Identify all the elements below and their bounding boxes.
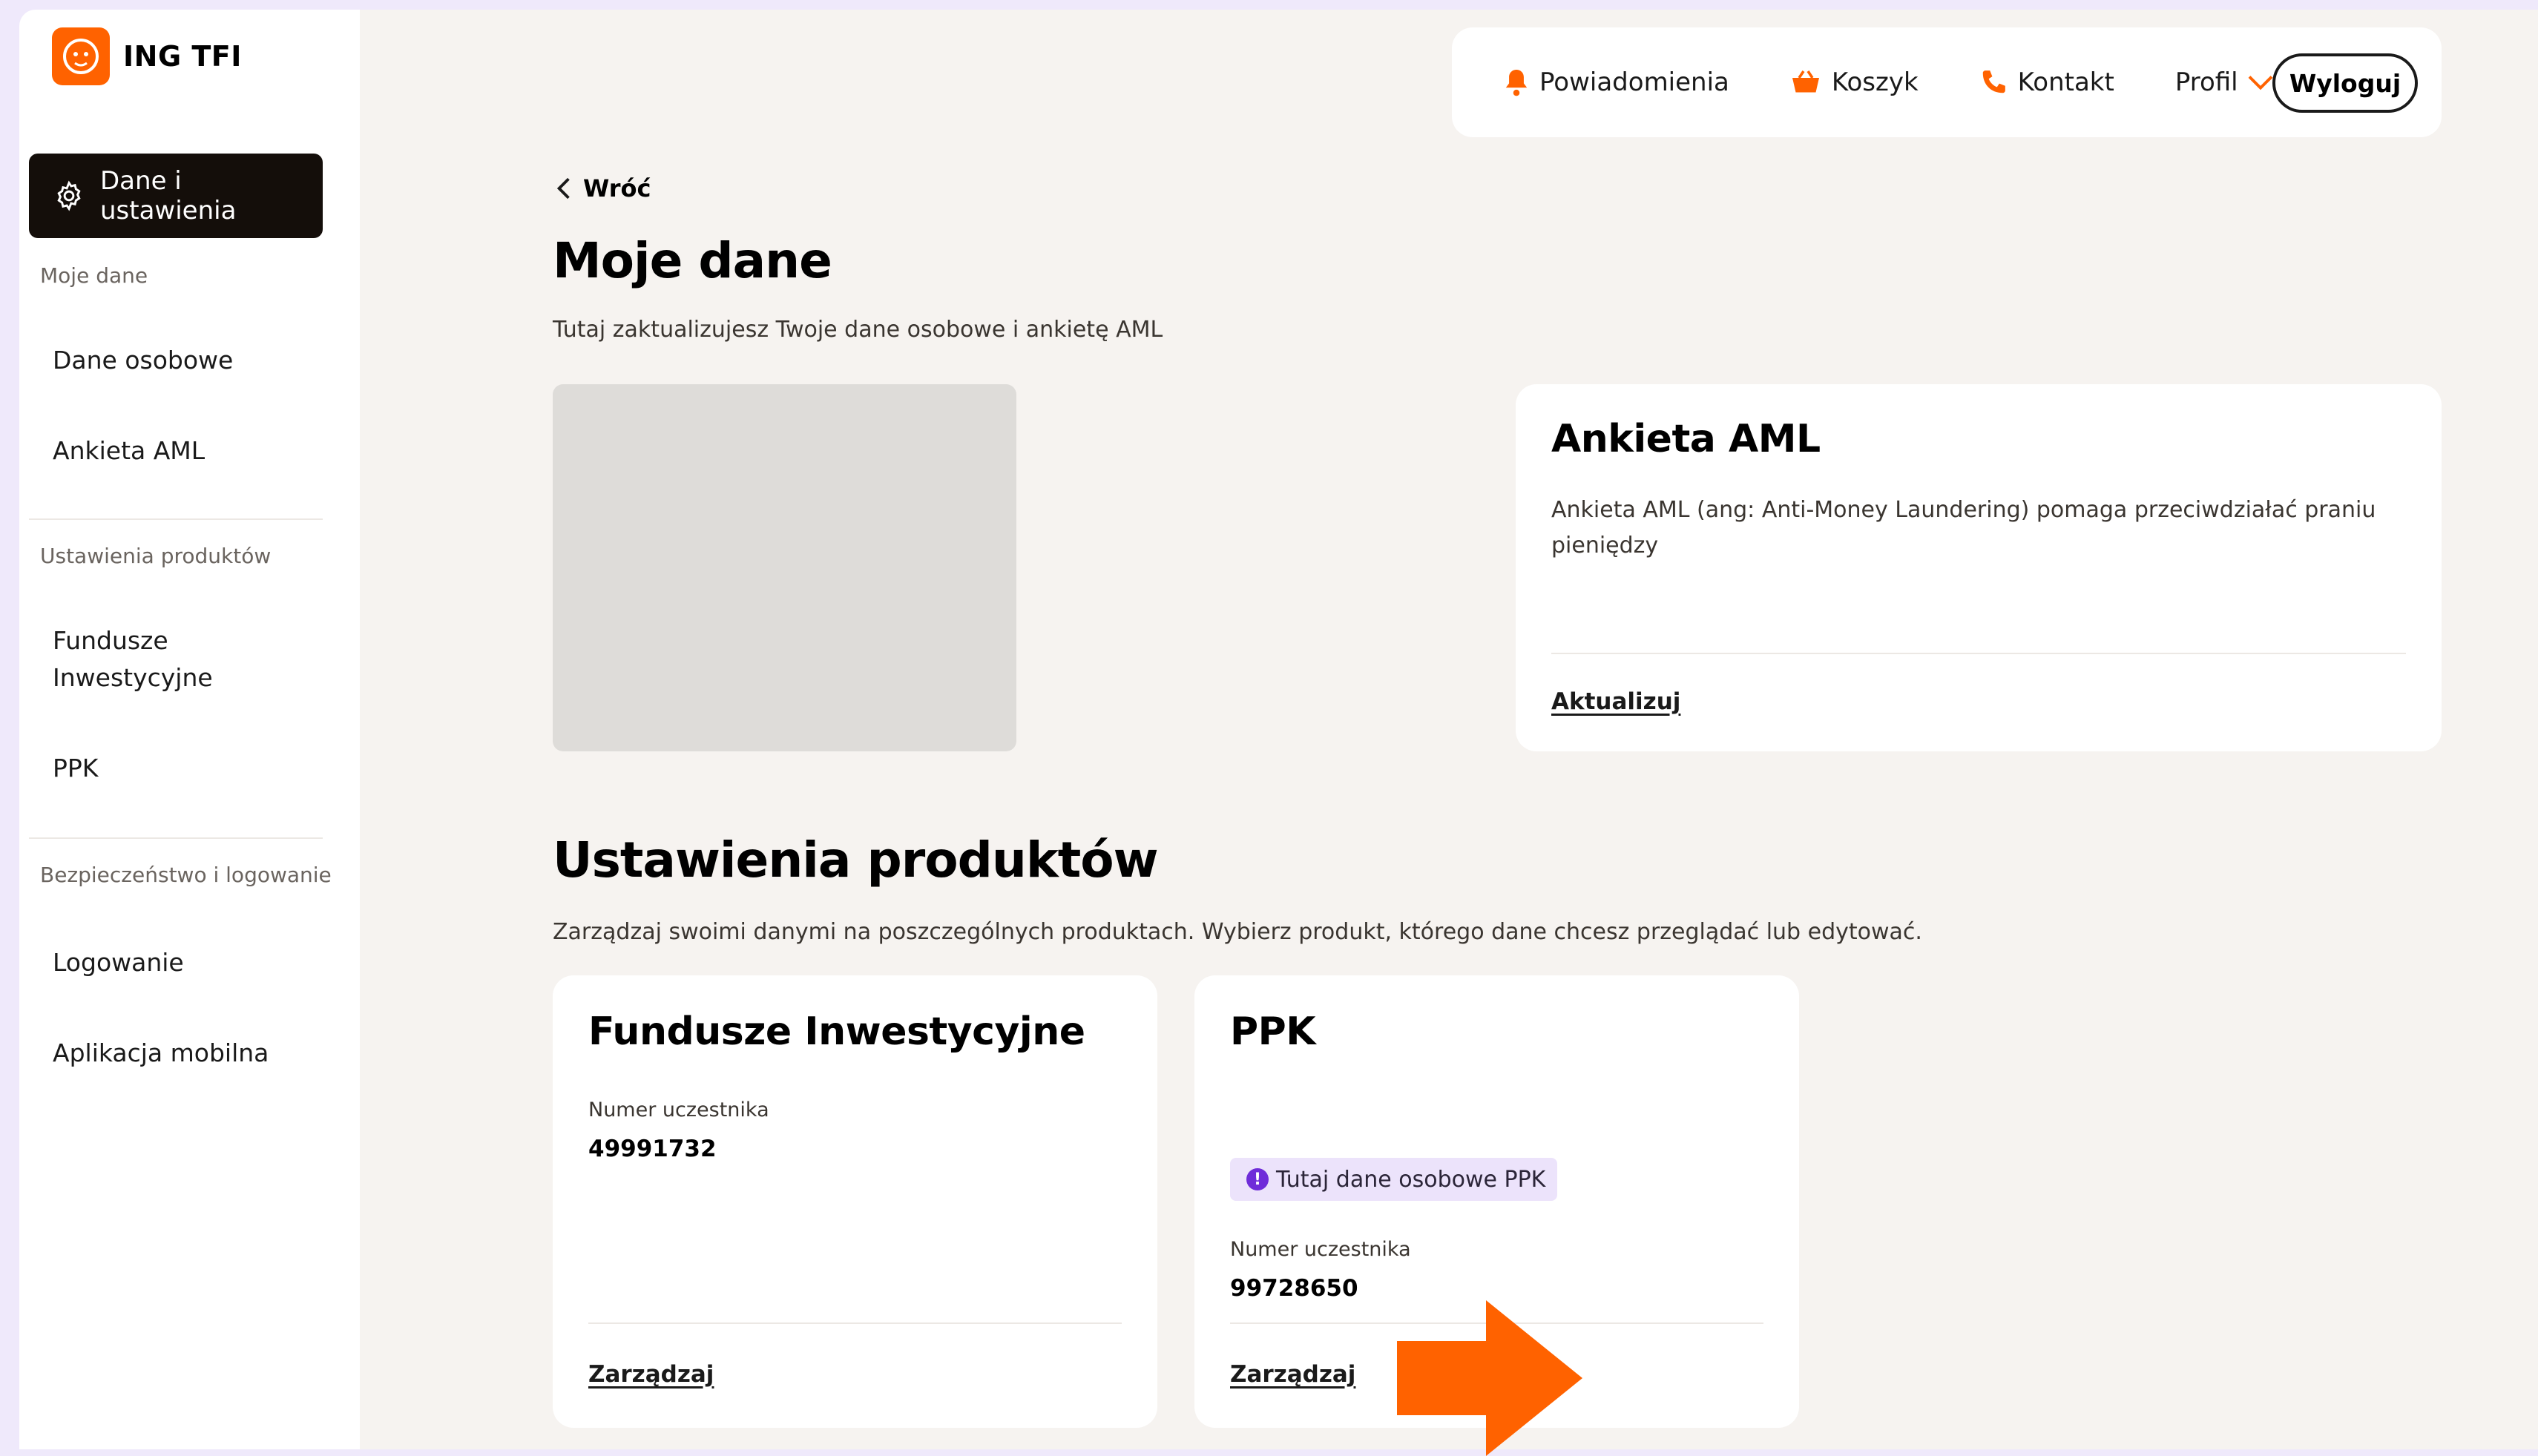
product-card-title: Fundusze Inwestycyjne <box>588 1009 1085 1054</box>
lion-logo-icon <box>52 27 110 85</box>
page-subtitle: Tutaj zaktualizujesz Twoje dane osobowe … <box>553 317 1163 343</box>
sidebar-item-aplikacja-mobilna[interactable]: Aplikacja mobilna <box>53 1035 269 1072</box>
participant-number-value: 99728650 <box>1230 1275 1358 1302</box>
manage-ppk-link[interactable]: Zarządzaj <box>1230 1361 1355 1388</box>
phone-icon <box>1979 68 2008 96</box>
product-card-fundusze: Fundusze Inwestycyjne Numer uczestnika 4… <box>553 975 1157 1428</box>
ppk-info-badge: ! Tutaj dane osobowe PPK <box>1230 1158 1558 1201</box>
basket-icon <box>1790 69 1821 96</box>
card-divider <box>1551 653 2406 654</box>
aml-card-title: Ankieta AML <box>1551 417 1821 461</box>
logout-button[interactable]: Wyloguj <box>2272 53 2418 113</box>
back-link[interactable]: Wróć <box>556 174 651 202</box>
chevron-down-icon <box>2247 74 2274 90</box>
bell-icon <box>1504 67 1529 97</box>
sidebar-item-dane-osobowe[interactable]: Dane osobowe <box>53 342 233 379</box>
contact-label: Kontakt <box>2017 67 2114 97</box>
sidebar-section-bezpieczenstwo: Bezpieczeństwo i logowanie <box>40 863 332 887</box>
sidebar-item-ppk[interactable]: PPK <box>53 750 98 787</box>
top-navigation-bar: Powiadomienia Koszyk Kontakt Profil Wylo… <box>1452 27 2442 137</box>
back-label: Wróć <box>583 174 651 202</box>
profile-label: Profil <box>2174 67 2238 97</box>
sidebar-item-ankieta-aml[interactable]: Ankieta AML <box>53 432 205 470</box>
aml-card-description: Ankieta AML (ang: Anti-Money Laundering)… <box>1551 497 2376 559</box>
profile-dropdown[interactable]: Profil <box>2175 67 2274 97</box>
product-card-title: PPK <box>1230 1009 1316 1054</box>
aml-update-link[interactable]: Aktualizuj <box>1551 688 1680 715</box>
sidebar-section-moje-dane: Moje dane <box>40 263 148 288</box>
sidebar: ING TFI Dane i ustawienia Moje dane Dane… <box>19 10 360 1449</box>
aml-card: Ankieta AML Ankieta AML (ang: Anti-Money… <box>1516 384 2442 751</box>
products-section-subtitle: Zarządzaj swoimi danymi na poszczególnyc… <box>553 919 1922 945</box>
contact-link[interactable]: Kontakt <box>1979 67 2114 97</box>
chevron-left-icon <box>556 177 571 200</box>
sidebar-item-logowanie[interactable]: Logowanie <box>53 944 184 981</box>
main-content: Powiadomienia Koszyk Kontakt Profil Wylo… <box>360 10 2538 1456</box>
logo[interactable]: ING TFI <box>52 27 242 85</box>
badge-label: Tutaj dane osobowe PPK <box>1276 1166 1546 1193</box>
sidebar-item-label: Dane i ustawienia <box>100 166 237 225</box>
app-frame: ING TFI Dane i ustawienia Moje dane Dane… <box>0 0 2538 1456</box>
logo-text: ING TFI <box>123 40 242 73</box>
products-section-title: Ustawienia produktów <box>553 831 1159 889</box>
image-placeholder <box>553 384 1016 751</box>
sidebar-item-dane-i-ustawienia[interactable]: Dane i ustawienia <box>29 154 323 238</box>
participant-number-label: Numer uczestnika <box>588 1098 769 1121</box>
sidebar-divider <box>29 837 323 839</box>
card-divider <box>588 1322 1122 1324</box>
sidebar-section-ustawienia-produktow: Ustawienia produktów <box>40 544 272 568</box>
cart-label: Koszyk <box>1831 67 1919 97</box>
notifications-link[interactable]: Powiadomienia <box>1504 67 1729 97</box>
manage-fundusze-link[interactable]: Zarządzaj <box>588 1361 714 1388</box>
info-icon: ! <box>1246 1168 1269 1190</box>
gear-icon <box>53 179 85 212</box>
sidebar-divider <box>29 518 323 520</box>
notifications-label: Powiadomienia <box>1539 67 1729 97</box>
pointer-arrow-icon <box>1397 1300 1582 1456</box>
page-title: Moje dane <box>553 232 832 289</box>
cart-link[interactable]: Koszyk <box>1790 67 1919 97</box>
sidebar-item-fundusze-inwestycyjne[interactable]: Fundusze Inwestycyjne <box>53 622 238 696</box>
participant-number-label: Numer uczestnika <box>1230 1238 1411 1261</box>
participant-number-value: 49991732 <box>588 1136 717 1162</box>
